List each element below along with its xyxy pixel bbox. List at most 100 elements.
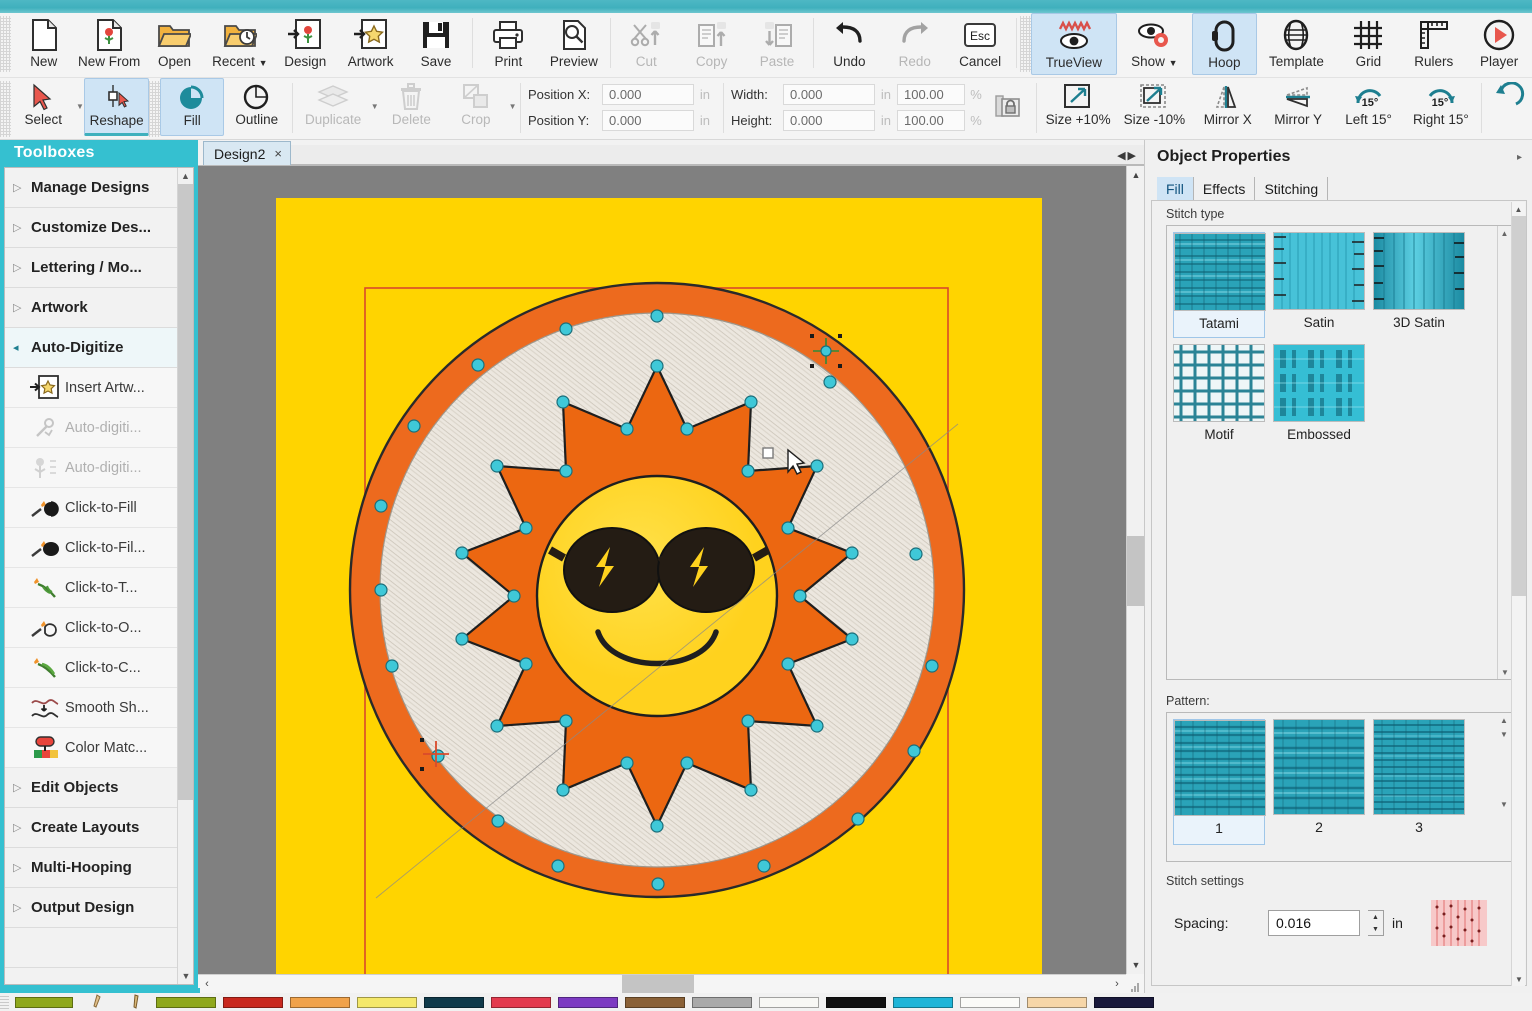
palette-swatch[interactable] [1094,996,1154,1008]
paste-button[interactable]: Paste [744,13,809,75]
rulers-button[interactable]: Rulers [1401,13,1466,75]
palette-grip[interactable] [0,994,9,1010]
scroll-up-icon[interactable]: ▲ [178,168,193,184]
tab-fill[interactable]: Fill [1157,177,1194,200]
trueview-button[interactable]: TrueView [1030,13,1117,75]
fill-group-grip[interactable] [148,81,160,137]
spacing-stepper[interactable]: ▲ ▼ [1368,910,1384,936]
pattern-item-3[interactable]: 3 [1373,719,1465,845]
palette-swatch[interactable] [625,996,685,1008]
save-button[interactable]: Save [403,13,468,75]
cut-button[interactable]: Cut [614,13,679,75]
tool-click-to-outline[interactable]: Click-to-O... [5,608,183,648]
tool-auto-digitize-2[interactable]: Auto-digiti... [5,448,183,488]
open-button[interactable]: Open [142,13,207,75]
recent-button[interactable]: Recent ▼ [207,13,272,75]
tool-click-to-trace[interactable]: Click-to-T... [5,568,183,608]
scroll-thumb[interactable] [178,184,193,800]
pattern-item-2[interactable]: 2 [1273,719,1365,845]
tool-color-matching[interactable]: Color Matc... [5,728,183,768]
palette-swatch[interactable] [960,996,1020,1008]
active-color-chip[interactable] [15,996,73,1008]
palette-swatch[interactable] [223,996,283,1008]
collapse-docker-icon[interactable]: ▸ [1517,152,1522,163]
show-button[interactable]: Show ▼ [1117,13,1192,75]
size-increase-button[interactable]: Size +10% [1040,78,1116,136]
palette-swatch[interactable] [357,996,417,1008]
tab-next-icon[interactable]: ▶ [1128,149,1136,162]
tool-auto-digitize-1[interactable]: Auto-digiti... [5,408,183,448]
scroll-left-icon[interactable]: ‹ [198,978,216,990]
undo-button[interactable]: Undo [817,13,882,75]
scroll-thumb-vertical[interactable] [1127,536,1145,606]
toolbox-group-artwork[interactable]: ▷ Artwork [5,288,183,328]
canvas-vertical-scrollbar[interactable]: ▲ ▼ [1126,166,1145,974]
crop-dropdown-arrow-icon[interactable]: ▼ [508,78,517,134]
copy-button[interactable]: Copy [679,13,744,75]
palette-swatch[interactable] [424,996,484,1008]
select-tool[interactable]: Select [11,78,76,136]
new-from-button[interactable]: New From [76,13,141,75]
insert-artwork-button[interactable]: Artwork [338,13,403,75]
stepper-down-icon[interactable]: ▼ [1368,923,1383,935]
hoop-button[interactable]: Hoop [1191,13,1258,75]
pattern-gallery[interactable]: 1 2 3 ▲ ▼ ▼ [1166,712,1512,862]
toolbox-group-auto-digitize[interactable]: ◂ Auto-Digitize [5,328,183,368]
position-y-input[interactable]: 0.000 [601,109,694,131]
template-button[interactable]: Template [1257,13,1335,75]
palette-swatch[interactable] [692,996,752,1008]
palette-swatch[interactable] [1027,996,1087,1008]
palette-brush-icon[interactable] [80,994,118,1010]
pattern-scrollbar[interactable]: ▲ ▼ ▼ [1497,713,1511,861]
toolbox-group-lettering-monogram[interactable]: ▷ Lettering / Mo... [5,248,183,288]
lock-aspect-ratio-button[interactable] [987,92,1029,122]
new-button[interactable]: New [11,13,76,75]
toolboxes-scrollbar[interactable]: ▲ ▼ [177,168,193,984]
scroll-down-icon[interactable]: ▼ [178,968,193,984]
palette-swatch[interactable] [558,996,618,1008]
palette-swatch[interactable] [826,996,886,1008]
print-button[interactable]: Print [476,13,541,75]
position-x-input[interactable]: 0.000 [601,83,694,105]
width-percent-input[interactable]: 100.00 [896,83,965,105]
player-button[interactable]: Player [1466,13,1531,75]
rotate-right-button[interactable]: 15° Right 15° [1404,78,1478,136]
duplicate-button[interactable]: Duplicate [296,78,370,136]
toolbox-group-create-layouts[interactable]: ▷ Create Layouts [5,808,183,848]
palette-swatch[interactable] [759,996,819,1008]
scroll-down-icon[interactable]: ▼ [1498,665,1512,679]
toolbox-group-edit-objects[interactable]: ▷ Edit Objects [5,768,183,808]
reset-rotation-button[interactable] [1485,78,1532,136]
crop-button[interactable]: Crop [444,78,509,136]
scroll-right-icon[interactable]: › [1108,978,1126,990]
duplicate-dropdown-arrow-icon[interactable]: ▼ [370,78,379,134]
palette-pen-icon[interactable] [118,994,156,1010]
canvas-horizontal-scrollbar[interactable]: ‹ › [198,974,1126,994]
tab-prev-icon[interactable]: ◀ [1117,149,1125,162]
mirror-x-button[interactable]: Mirror X [1193,78,1263,136]
tab-stitching[interactable]: Stitching [1255,177,1329,200]
preview-button[interactable]: Preview [541,13,606,75]
close-icon[interactable]: × [274,146,282,161]
outline-tool[interactable]: Outline [224,78,289,136]
palette-swatch[interactable] [290,996,350,1008]
tool-click-to-centerline[interactable]: Click-to-C... [5,648,183,688]
toolbox-group-customize-designs[interactable]: ▷ Customize Des... [5,208,183,248]
select-dropdown-arrow-icon[interactable]: ▼ [76,78,85,134]
scroll-down-icon[interactable]: ▼ [1127,956,1145,974]
grid-button[interactable]: Grid [1336,13,1401,75]
pattern-scroll-up-icon[interactable]: ▲ [1497,713,1511,727]
stitch-type-gallery[interactable]: Tatami Satin 3D Satin Motif Embossed ▲ ▼ [1166,225,1512,680]
scroll-up-icon[interactable]: ▲ [1127,166,1145,184]
stitch-type-tatami[interactable]: Tatami [1173,232,1266,338]
stepper-up-icon[interactable]: ▲ [1368,911,1383,923]
tool-insert-artwork[interactable]: Insert Artw... [5,368,183,408]
pattern-scroll-step-icon[interactable]: ▼ [1497,727,1511,741]
view-group-grip[interactable] [1019,16,1031,72]
palette-swatch[interactable] [893,996,953,1008]
toolbox-group-multi-hooping[interactable]: ▷ Multi-Hooping [5,848,183,888]
stitch-type-scrollbar[interactable]: ▲ ▼ [1497,226,1511,679]
cancel-button[interactable]: Esc Cancel [947,13,1012,75]
reshape-tool[interactable]: Reshape [84,78,149,136]
tab-effects[interactable]: Effects [1194,177,1256,200]
